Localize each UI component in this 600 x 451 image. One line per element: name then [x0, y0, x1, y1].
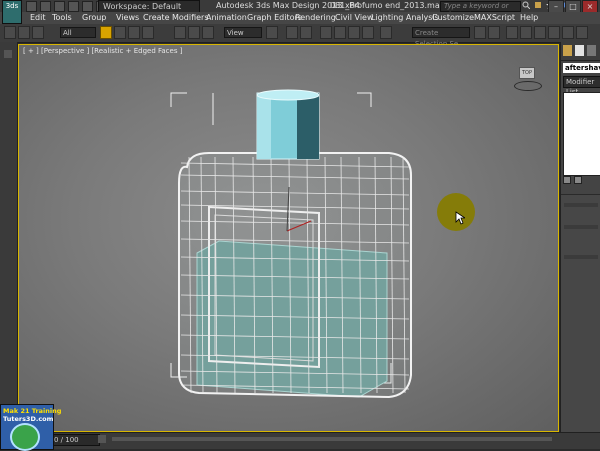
menu-animation[interactable]: Animation	[206, 12, 247, 24]
pin-stack-icon[interactable]	[563, 176, 571, 184]
named-selection-set-dropdown[interactable]: Create Selection Se	[412, 27, 470, 48]
bottle-cap	[256, 89, 320, 160]
track-bar[interactable]	[112, 437, 552, 441]
watermark-logo: Mak 21 Training Tuters3D.com	[0, 404, 61, 451]
next-frame-icon[interactable]	[98, 435, 106, 443]
modify-tab-icon[interactable]	[575, 45, 584, 56]
time-slider[interactable]: 0 / 100	[51, 434, 100, 446]
select-by-name-icon[interactable]	[114, 26, 126, 39]
viewcube-top-face[interactable]: TOP	[519, 67, 535, 79]
show-end-result-icon[interactable]	[574, 176, 582, 184]
stack-tools	[563, 176, 582, 184]
viewcube[interactable]: TOP	[511, 63, 542, 91]
spinner-snap-icon[interactable]	[362, 26, 374, 39]
hierarchy-tab-icon[interactable]	[587, 45, 596, 56]
menu-lighting-analysis[interactable]: Lighting Analysis	[371, 12, 439, 24]
object-name-field[interactable]: aftershave	[563, 63, 600, 73]
menu-edit[interactable]: Edit	[30, 12, 46, 24]
keyword-search-input[interactable]: Type a keyword or phrase	[440, 1, 521, 19]
command-panel: aftershave Modifier List	[560, 42, 600, 432]
globe-icon	[10, 423, 40, 451]
viewport-layout-icon[interactable]	[4, 50, 12, 58]
quick-access-toolbar	[26, 1, 107, 12]
menu-create[interactable]: Create	[143, 12, 170, 24]
keyboard-shortcut-icon[interactable]	[300, 26, 312, 39]
bind-space-warp-icon[interactable]	[32, 26, 44, 39]
create-tab-icon[interactable]	[563, 45, 572, 56]
perspective-viewport[interactable]: [ + ] [Perspective ] [Realistic + Edged …	[18, 44, 559, 432]
selection-filter-dropdown[interactable]: All	[60, 27, 96, 38]
menu-help[interactable]: Help	[520, 12, 538, 24]
move-icon[interactable]	[174, 26, 186, 39]
layer-manager-icon[interactable]	[506, 26, 518, 39]
menu-modifiers[interactable]: Modifiers	[172, 12, 209, 24]
main-toolbar: All View Create Selection Se	[0, 24, 600, 48]
parameters-rollout	[561, 194, 600, 432]
render-setup-icon[interactable]	[576, 26, 588, 39]
curve-editor-icon[interactable]	[534, 26, 546, 39]
time-slider-bar: 0 / 100	[0, 432, 600, 449]
modifier-list-dropdown[interactable]: Modifier List	[563, 76, 600, 96]
modifier-stack[interactable]	[563, 92, 600, 176]
align-icon[interactable]	[488, 26, 500, 39]
left-viewport-layout-bar	[0, 42, 18, 432]
window-crossing-icon[interactable]	[142, 26, 154, 39]
edit-named-selection-icon[interactable]	[380, 26, 392, 39]
graphite-ribbon-icon[interactable]	[520, 26, 532, 39]
pivot-point-icon[interactable]	[266, 26, 278, 39]
menu-civil-view[interactable]: Civil View	[335, 12, 374, 24]
angle-snap-icon[interactable]	[334, 26, 346, 39]
command-panel-tabs	[561, 42, 600, 61]
communication-center-icon[interactable]	[534, 1, 542, 9]
save-file-icon[interactable]	[54, 1, 65, 12]
scene-canvas	[170, 89, 412, 399]
undo-icon[interactable]	[68, 1, 79, 12]
rectangular-selection-icon[interactable]	[128, 26, 140, 39]
material-editor-icon[interactable]	[562, 26, 574, 39]
menu-maxscript[interactable]: MAXScript	[474, 12, 515, 24]
link-icon[interactable]	[4, 26, 16, 39]
menu-tools[interactable]: Tools	[52, 12, 72, 24]
menu-customize[interactable]: Customize	[432, 12, 474, 24]
mouse-cursor-icon	[455, 211, 465, 225]
unlink-icon[interactable]	[18, 26, 30, 39]
scale-icon[interactable]	[202, 26, 214, 39]
reference-coordinate-dropdown[interactable]: View	[224, 27, 262, 38]
menu-group[interactable]: Group	[82, 12, 106, 24]
menu-views[interactable]: Views	[116, 12, 139, 24]
percent-snap-icon[interactable]	[348, 26, 360, 39]
schematic-view-icon[interactable]	[548, 26, 560, 39]
logo-line-2: Tuters3D.com	[3, 415, 54, 423]
snaps-toggle-icon[interactable]	[320, 26, 332, 39]
search-icon[interactable]	[522, 1, 531, 10]
file-name: 081_Profumo end_2013.max	[330, 1, 445, 10]
menu-graph-editors[interactable]: Graph Editors	[247, 12, 302, 24]
app-logo[interactable]: 3ds	[2, 0, 22, 24]
mirror-icon[interactable]	[474, 26, 486, 39]
select-manipulate-icon[interactable]	[286, 26, 298, 39]
menu-rendering[interactable]: Rendering	[295, 12, 336, 24]
rotate-icon[interactable]	[188, 26, 200, 39]
select-object-icon[interactable]	[100, 26, 112, 39]
open-file-icon[interactable]	[40, 1, 51, 12]
new-file-icon[interactable]	[26, 1, 37, 12]
logo-line-1: Mak 21 Training	[3, 407, 62, 415]
redo-icon[interactable]	[82, 1, 93, 12]
